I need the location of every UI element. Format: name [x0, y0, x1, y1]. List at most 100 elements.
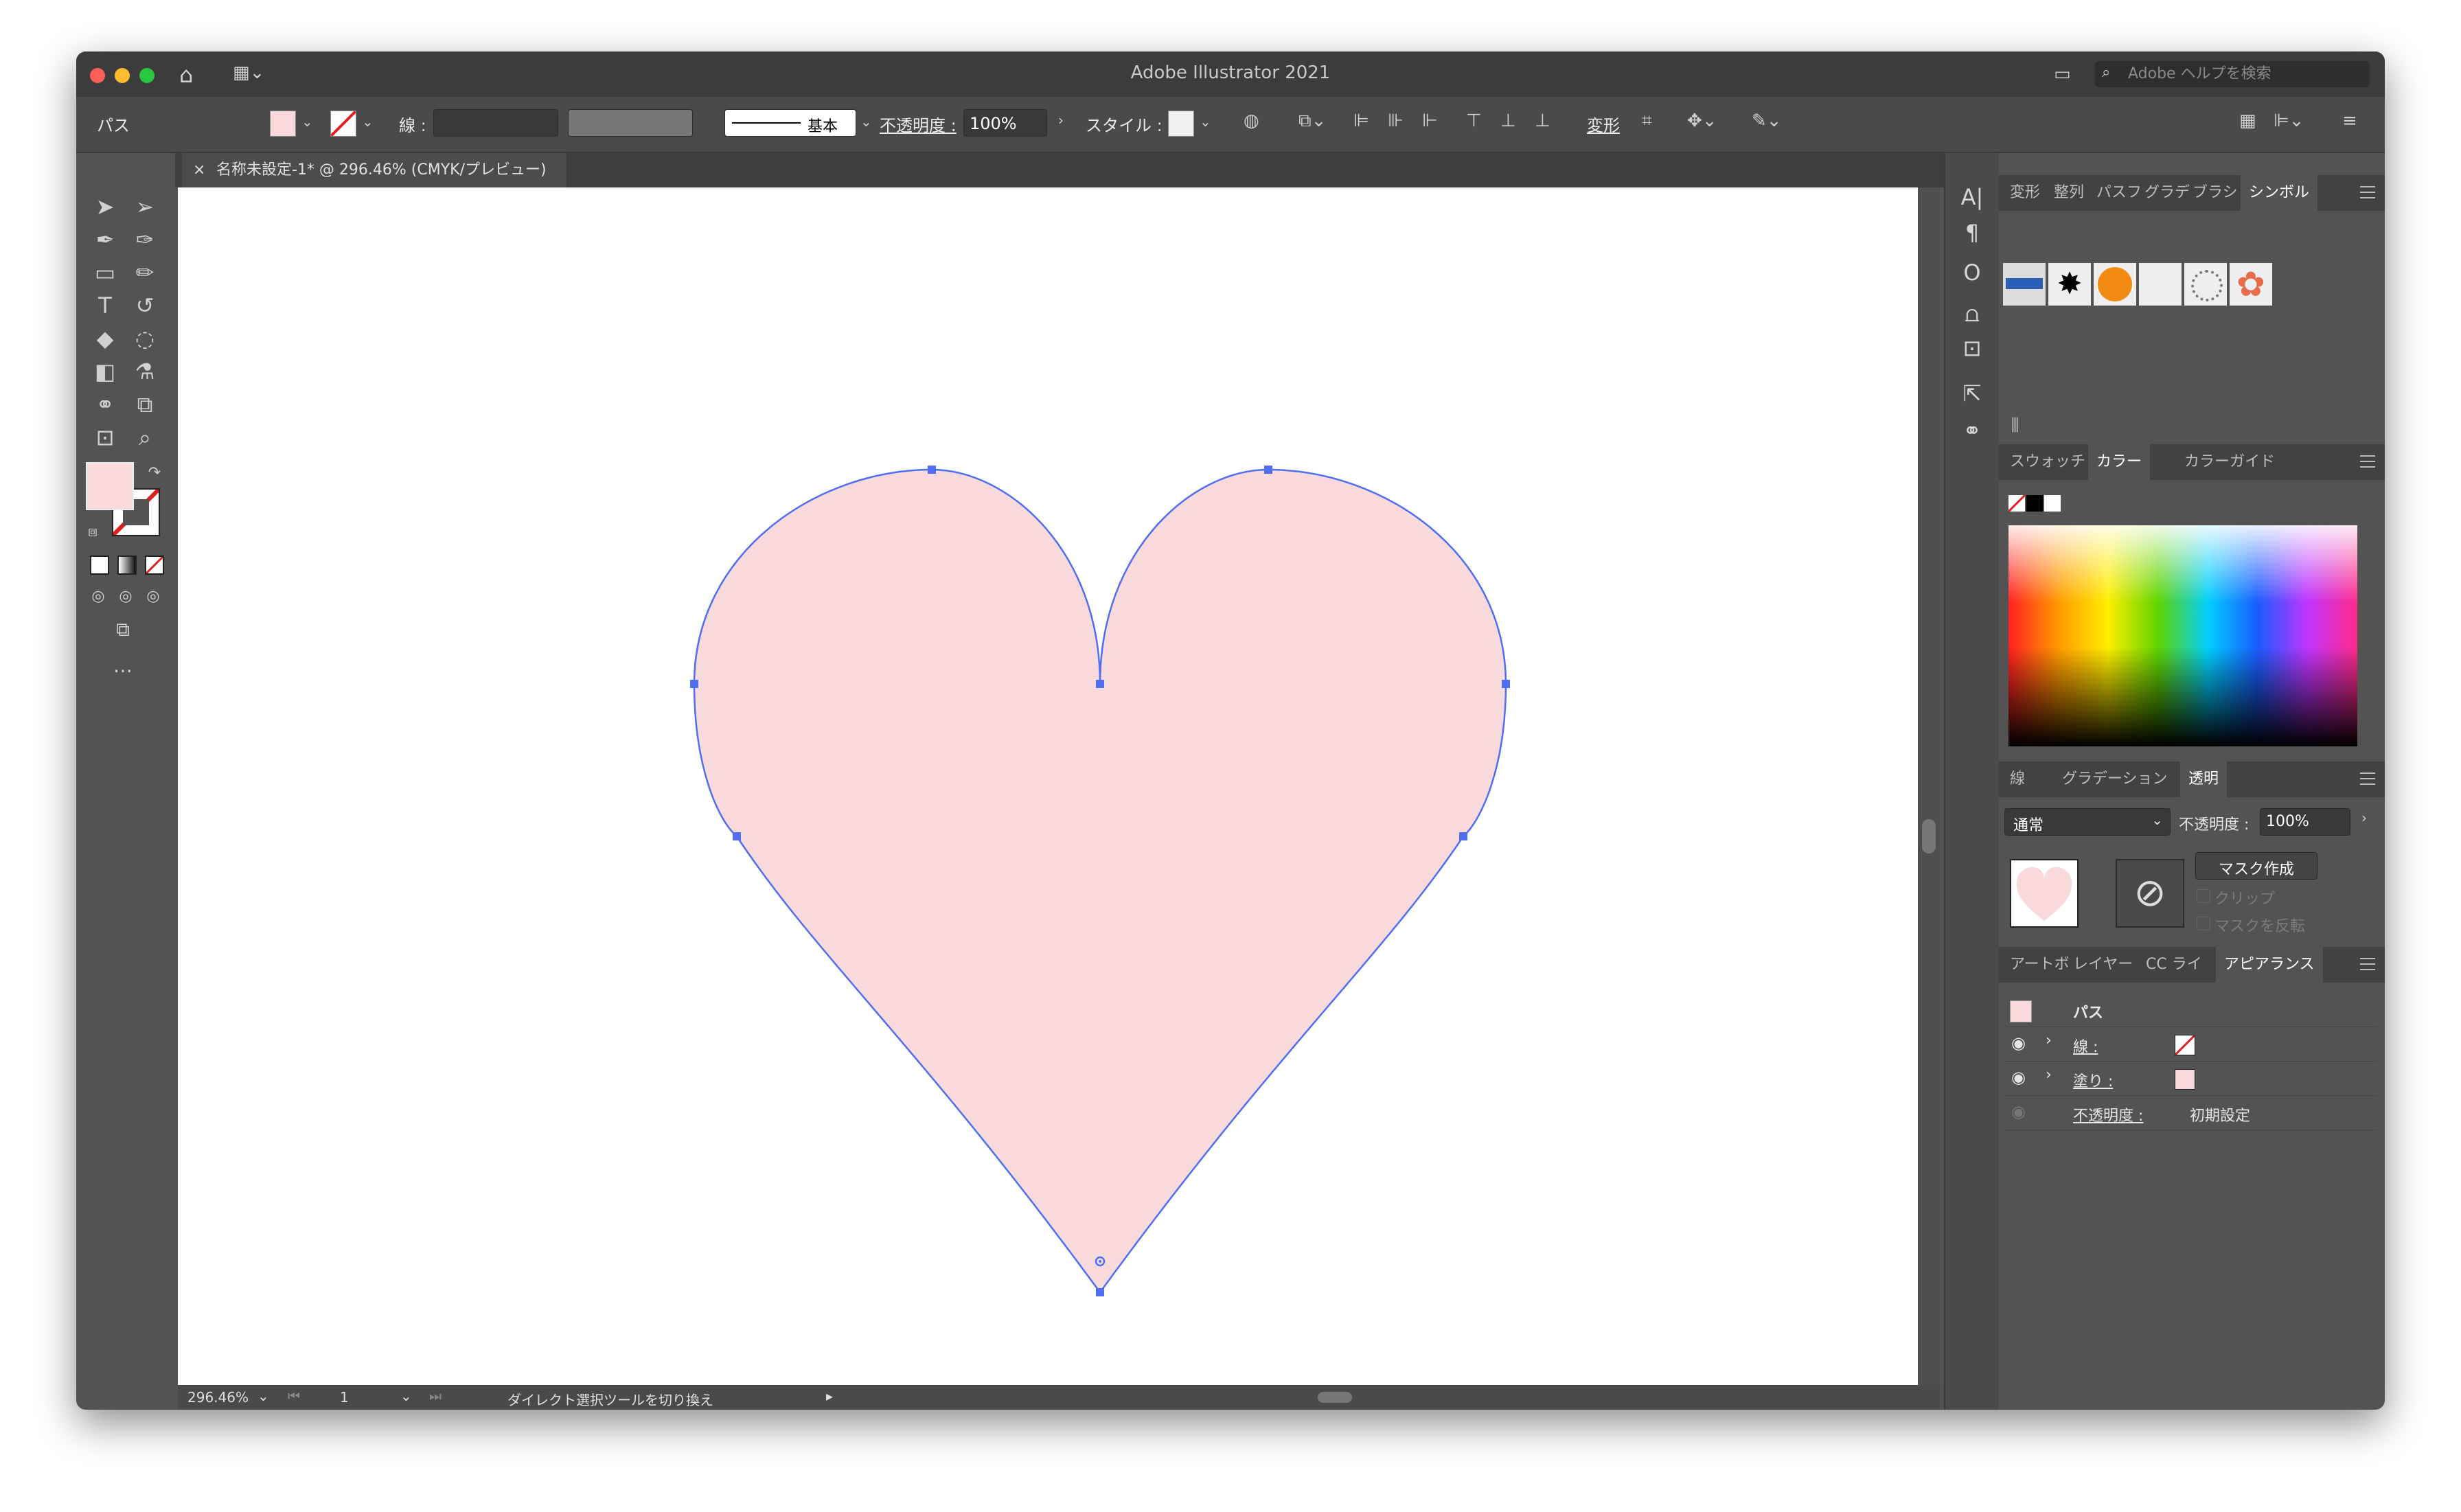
edit-path-icon[interactable]: ✎⌄ — [1752, 112, 1782, 130]
panel-arrange-icon[interactable]: ▭ — [2054, 65, 2071, 83]
tab-appearance[interactable]: アピアランス — [2216, 947, 2323, 983]
appearance-fill-row[interactable]: ◉ › 塗り : — [2004, 1061, 2377, 1096]
tab-artboards[interactable]: アートボ — [2010, 947, 2070, 983]
character-panel-icon[interactable]: A| — [1958, 183, 1986, 211]
close-tab-icon[interactable]: × — [193, 153, 205, 187]
heart-path[interactable] — [693, 468, 1507, 1294]
eraser-tool-icon[interactable]: ◆ — [91, 325, 119, 352]
align-to-icon[interactable]: ⧉⌄ — [1298, 112, 1326, 130]
swap-colors-icon[interactable]: ↷ — [141, 459, 168, 487]
chevron-down-icon[interactable]: ⌄ — [301, 115, 313, 128]
opacity-label[interactable]: 不透明度 : — [880, 112, 957, 136]
blend-tool-icon[interactable]: ⚭ — [91, 391, 119, 418]
symbol-swatch-4[interactable] — [2139, 263, 2182, 306]
help-search-input[interactable]: Adobe ヘルプを検索 — [2095, 61, 2370, 87]
tab-transparency[interactable]: 透明 — [2180, 761, 2228, 797]
visibility-eye-icon[interactable]: ◉ — [2011, 1068, 2026, 1087]
align-bottom-icon[interactable]: ⊥ — [1535, 112, 1550, 130]
tab-transform[interactable]: 変形 — [2010, 175, 2040, 211]
default-colors-icon[interactable]: ⧈ — [79, 518, 106, 546]
gradient-tool-icon[interactable]: ◧ — [91, 358, 119, 385]
panel-menu-icon[interactable]: ≡ — [2342, 112, 2357, 130]
visibility-eye-icon[interactable]: ◉ — [2011, 1102, 2026, 1121]
tab-brushes[interactable]: ブラシ — [2193, 175, 2238, 211]
fill-color-indicator[interactable] — [86, 462, 134, 510]
symbol-swatch-2[interactable]: ✸ — [2048, 263, 2091, 306]
shape-builder-tool-icon[interactable]: ⧉ — [131, 391, 159, 418]
chevron-right-icon[interactable]: › — [1058, 113, 1064, 127]
draw-inside-icon[interactable]: ◎ — [139, 583, 167, 610]
vertical-scrollbar[interactable] — [1918, 187, 1940, 1385]
clip-checkbox[interactable] — [2197, 889, 2210, 903]
appearance-stroke-row[interactable]: ◉ › 線 : — [2004, 1027, 2377, 1062]
rectangle-tool-icon[interactable]: ▭ — [91, 259, 119, 286]
align-middle-icon[interactable]: ⊥ — [1500, 112, 1516, 130]
screen-mode-icon[interactable]: ⧉ — [109, 616, 137, 643]
make-mask-button[interactable]: マスク作成 — [2195, 852, 2317, 880]
fill-row-swatch[interactable] — [2175, 1069, 2195, 1090]
tab-align[interactable]: 整列 — [2054, 175, 2084, 211]
invert-mask-checkbox[interactable] — [2197, 917, 2210, 930]
none-color-chip[interactable] — [2008, 495, 2025, 512]
appearance-opacity-row[interactable]: ◉ 不透明度 : 初期設定 — [2004, 1095, 2377, 1130]
isolate-icon[interactable]: ⌗ — [1642, 112, 1652, 130]
align-center-icon[interactable]: ⊪ — [1388, 112, 1404, 130]
mask-thumbnail[interactable]: ⊘ — [2116, 859, 2184, 928]
none-mode-button[interactable] — [145, 555, 164, 575]
character-styles-icon[interactable]: ⊡ — [1958, 334, 1986, 362]
chevron-down-icon[interactable]: ⌄ — [400, 1388, 412, 1404]
graphic-style-swatch[interactable] — [1168, 111, 1194, 137]
draw-behind-icon[interactable]: ◎ — [112, 583, 139, 610]
panel-menu-icon[interactable] — [2360, 772, 2375, 786]
tab-gradient-2[interactable]: グラデーション — [2062, 761, 2168, 797]
color-mode-button[interactable] — [90, 555, 109, 575]
paintbrush-tool-icon[interactable]: ✏ — [131, 259, 159, 286]
paragraph-panel-icon[interactable]: ¶ — [1958, 219, 1986, 247]
stroke-weight-field[interactable] — [433, 109, 558, 137]
symbol-swatch-3[interactable] — [2094, 263, 2136, 306]
zoom-tool-icon[interactable]: ⌕ — [131, 424, 159, 451]
color-spectrum[interactable] — [2008, 525, 2357, 746]
panel-menu-icon[interactable] — [2360, 455, 2375, 469]
chevron-down-icon[interactable]: ⌄ — [257, 1388, 269, 1404]
tab-symbols[interactable]: シンボル — [2241, 175, 2318, 211]
chevron-down-icon[interactable]: ⌄ — [362, 115, 374, 128]
symbol-swatch-6[interactable]: ✿ — [2230, 263, 2272, 306]
curvature-tool-icon[interactable]: ✑ — [131, 226, 159, 253]
white-color-chip[interactable] — [2044, 495, 2061, 512]
stroke-swatch[interactable] — [330, 111, 356, 137]
black-color-chip[interactable] — [2026, 495, 2043, 512]
tab-pathfinder[interactable]: パスフ — [2096, 175, 2142, 211]
first-artboard-icon[interactable]: ⏮ — [288, 1388, 300, 1404]
chevron-right-icon[interactable]: ▸ — [826, 1388, 833, 1404]
align-top-icon[interactable]: ⊤ — [1466, 112, 1482, 130]
lasso-tool-icon[interactable]: ◌ — [131, 325, 159, 352]
symbol-swatch-5[interactable] — [2184, 263, 2227, 306]
document-tab[interactable]: × 名称未設定-1* @ 296.46% (CMYK/プレビュー) — [182, 153, 566, 187]
eyedropper-tool-icon[interactable]: ⚗ — [131, 358, 159, 385]
variable-width-profile[interactable] — [568, 109, 693, 137]
tab-swatches[interactable]: スウォッチ — [2010, 444, 2085, 480]
quick-actions-icon[interactable]: ⊫⌄ — [2274, 112, 2304, 130]
last-artboard-icon[interactable]: ⏭ — [429, 1388, 442, 1404]
stroke-row-swatch[interactable] — [2175, 1035, 2195, 1055]
brush-definition[interactable]: 基本 — [724, 109, 856, 137]
artboard-canvas[interactable] — [178, 187, 1918, 1385]
tab-stroke[interactable]: 線 — [2010, 761, 2025, 797]
chevron-down-icon[interactable]: ⌄ — [1200, 115, 1211, 128]
symbol-libraries-icon[interactable]: ⫼ — [2011, 417, 2019, 433]
horizontal-scrollbar[interactable] — [865, 1392, 1915, 1403]
visibility-eye-icon[interactable]: ◉ — [2011, 1033, 2026, 1053]
direct-selection-tool-icon[interactable]: ➢ — [131, 193, 159, 220]
align-left-icon[interactable]: ⊫ — [1353, 112, 1369, 130]
blend-mode-select[interactable]: 通常 ⌄ — [2004, 808, 2171, 836]
artboard-number[interactable]: 1 — [340, 1389, 349, 1406]
pen-tool-icon[interactable]: ✒ — [91, 226, 119, 253]
glyphs-panel-icon[interactable]: ⩍ — [1958, 300, 1986, 328]
fill-swatch[interactable] — [270, 111, 296, 137]
symbol-swatch-1[interactable] — [2003, 263, 2046, 306]
tab-color[interactable]: カラー — [2088, 444, 2151, 480]
tab-layers[interactable]: レイヤー — [2073, 947, 2133, 983]
chevron-right-icon[interactable]: › — [2046, 1066, 2052, 1084]
links-panel-icon[interactable]: ⚭ — [1958, 417, 1986, 444]
